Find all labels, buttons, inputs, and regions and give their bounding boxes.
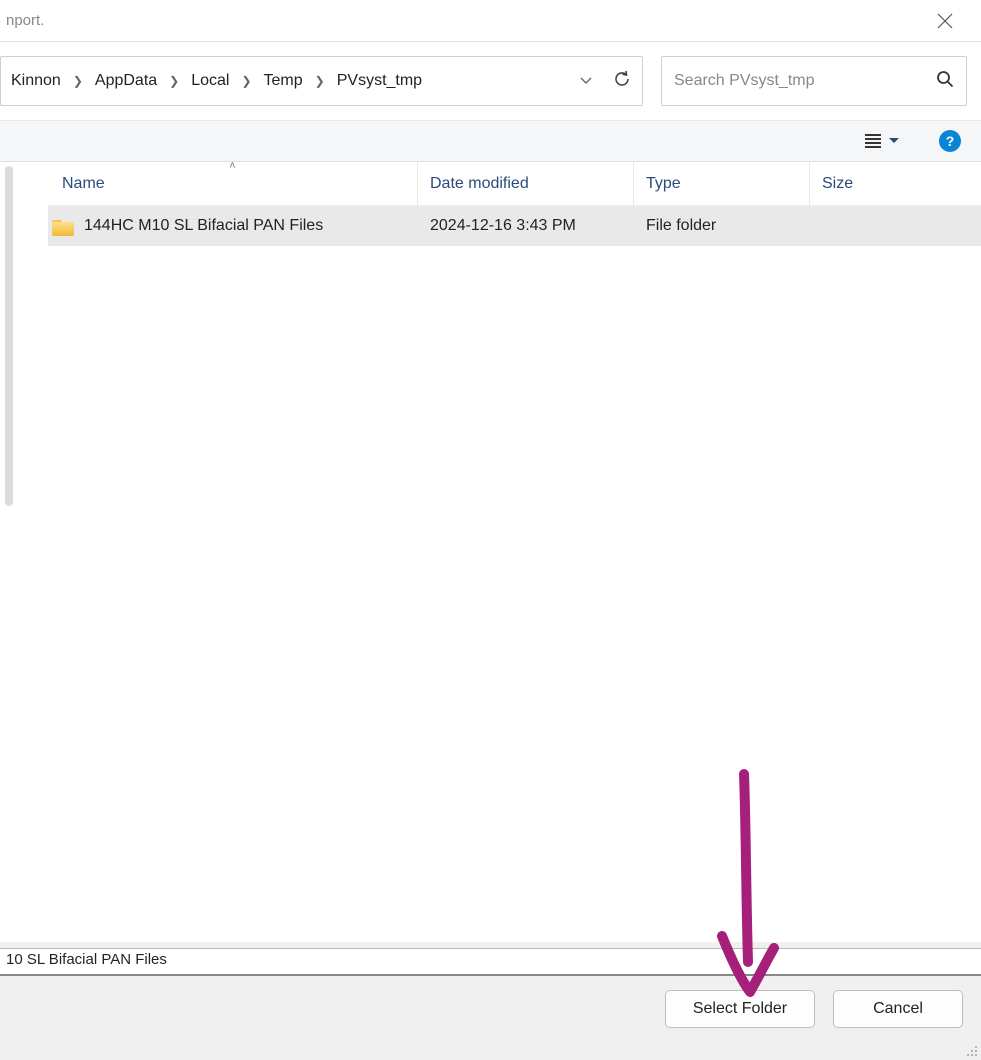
select-folder-button[interactable]: Select Folder (665, 990, 815, 1028)
address-row: Kinnon ❯ AppData ❯ Local ❯ Temp ❯ PVsyst… (0, 42, 981, 120)
chevron-down-icon (889, 138, 899, 144)
folder-name-value: 10 SL Bifacial PAN Files (6, 951, 167, 968)
file-list: ˄ Name Date modified Type Size 144HC M10… (18, 162, 981, 942)
scrollbar-track[interactable] (5, 166, 13, 506)
close-icon (937, 13, 953, 29)
search-input[interactable] (674, 72, 936, 90)
breadcrumb-item[interactable]: AppData (93, 68, 159, 94)
column-header-date[interactable]: Date modified (418, 162, 634, 205)
folder-name-input[interactable]: 10 SL Bifacial PAN Files (0, 948, 981, 976)
file-list-area: ˄ Name Date modified Type Size 144HC M10… (0, 162, 981, 942)
column-headers: ˄ Name Date modified Type Size (48, 162, 981, 206)
chevron-right-icon[interactable]: ❯ (67, 74, 89, 88)
button-label: Select Folder (693, 1000, 787, 1018)
address-history-dropdown[interactable] (572, 74, 600, 88)
sort-ascending-icon: ˄ (229, 160, 235, 172)
file-name: 144HC M10 SL Bifacial PAN Files (84, 217, 323, 235)
view-options-button[interactable] (857, 129, 905, 153)
refresh-icon (612, 69, 632, 89)
title-text-fragment: nport. (6, 12, 44, 29)
table-row[interactable]: 144HC M10 SL Bifacial PAN Files 2024-12-… (48, 206, 981, 246)
column-header-name[interactable]: ˄ Name (48, 162, 418, 205)
cancel-button[interactable]: Cancel (833, 990, 963, 1028)
folder-icon (52, 217, 74, 235)
cell-date: 2024-12-16 3:43 PM (418, 217, 634, 235)
refresh-button[interactable] (600, 69, 634, 94)
dialog-buttons: Select Folder Cancel (0, 976, 981, 1046)
column-label: Name (62, 175, 105, 193)
cell-name: 144HC M10 SL Bifacial PAN Files (48, 217, 418, 235)
titlebar: nport. (0, 0, 981, 42)
breadcrumb: Kinnon ❯ AppData ❯ Local ❯ Temp ❯ PVsyst… (9, 68, 572, 94)
column-header-size[interactable]: Size (810, 162, 930, 205)
column-label: Type (646, 175, 681, 193)
resize-grip[interactable] (965, 1044, 979, 1058)
chevron-right-icon[interactable]: ❯ (235, 74, 257, 88)
column-label: Size (822, 175, 853, 193)
list-icon (863, 133, 883, 149)
help-icon: ? (946, 133, 955, 149)
breadcrumb-item[interactable]: PVsyst_tmp (335, 68, 424, 94)
breadcrumb-item[interactable]: Temp (262, 68, 305, 94)
help-button[interactable]: ? (939, 130, 961, 152)
search-icon[interactable] (936, 70, 954, 93)
toolbar: ? (0, 120, 981, 162)
chevron-down-icon (580, 77, 592, 85)
address-bar[interactable]: Kinnon ❯ AppData ❯ Local ❯ Temp ❯ PVsyst… (0, 56, 643, 106)
button-label: Cancel (873, 1000, 923, 1018)
close-button[interactable] (925, 1, 965, 41)
chevron-right-icon[interactable]: ❯ (309, 74, 331, 88)
cell-type: File folder (634, 217, 810, 235)
breadcrumb-item[interactable]: Kinnon (9, 68, 63, 94)
breadcrumb-item[interactable]: Local (189, 68, 231, 94)
chevron-right-icon[interactable]: ❯ (163, 74, 185, 88)
column-label: Date modified (430, 175, 529, 193)
column-header-type[interactable]: Type (634, 162, 810, 205)
folder-name-area: 10 SL Bifacial PAN Files (0, 942, 981, 976)
search-box[interactable] (661, 56, 967, 106)
nav-scrollbar[interactable] (0, 162, 18, 942)
